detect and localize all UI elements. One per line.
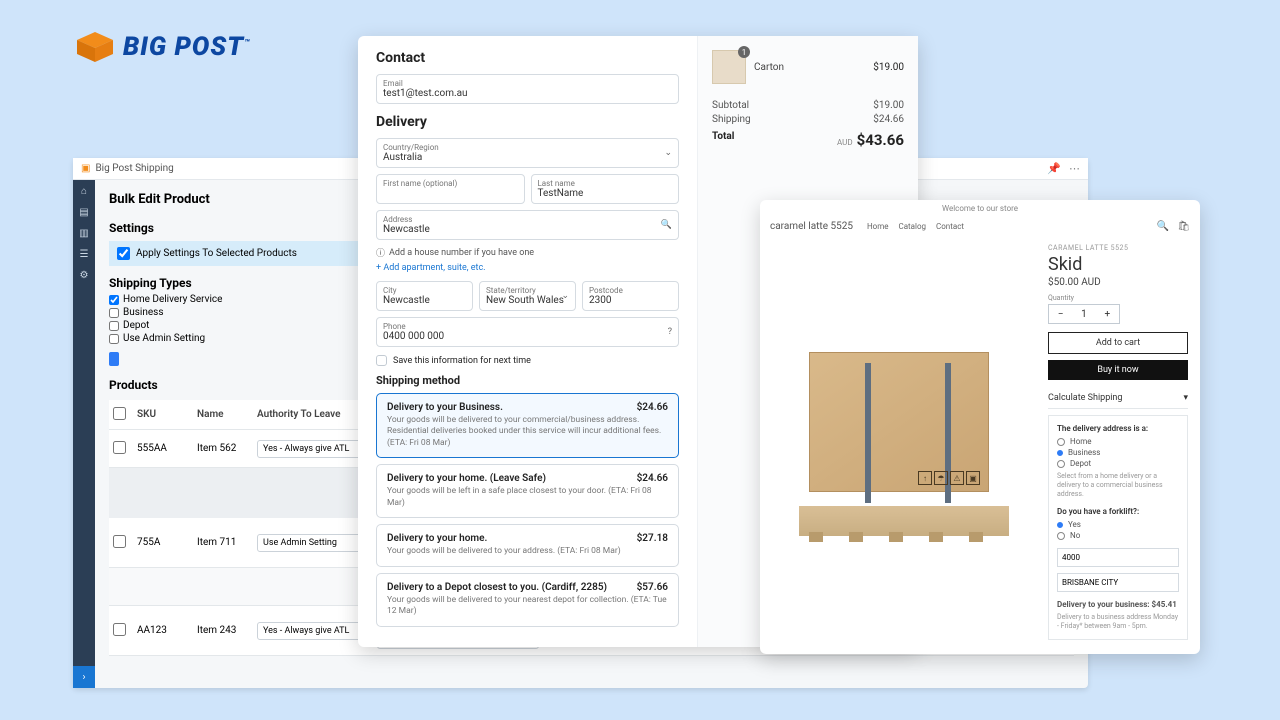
- delivery-heading: Delivery: [376, 114, 679, 130]
- radio-option[interactable]: Business: [1057, 448, 1179, 457]
- store-nav: caramel latte 5525 Home Catalog Contact …: [760, 217, 1200, 236]
- address-hint: ⓘAdd a house number if you have one: [376, 246, 679, 259]
- products-icon[interactable]: ▥: [79, 228, 88, 239]
- product-price: $50.00 AUD: [1048, 277, 1188, 288]
- radio-option[interactable]: Home: [1057, 437, 1179, 446]
- nav-catalog[interactable]: Catalog: [899, 222, 927, 231]
- breadcrumb: CARAMEL LATTE 5525: [1048, 244, 1188, 252]
- cube-icon: ▣: [81, 163, 90, 174]
- calc-shipping-toggle[interactable]: Calculate Shipping▾: [1048, 388, 1188, 409]
- select-all[interactable]: [113, 407, 126, 420]
- radio-option[interactable]: Yes: [1057, 520, 1179, 529]
- shipping-method-option[interactable]: Delivery to your home. Your goods will b…: [376, 524, 679, 566]
- orders-icon[interactable]: ▤: [79, 207, 88, 218]
- nav-home[interactable]: Home: [867, 222, 889, 231]
- chevron-down-icon: ⌄: [664, 148, 672, 158]
- shipping-method-option[interactable]: Delivery to your Business. Your goods wi…: [376, 393, 679, 458]
- row-select[interactable]: [113, 535, 126, 548]
- product-image: ↑☂⚠▣: [772, 244, 1036, 640]
- col-sku[interactable]: SKU: [133, 403, 193, 426]
- col-name[interactable]: Name: [193, 403, 253, 426]
- atl-select[interactable]: Yes - Always give ATL▾: [257, 440, 369, 458]
- address-field[interactable]: Address Newcastle 🔍: [376, 210, 679, 240]
- row-select[interactable]: [113, 441, 126, 454]
- qty-plus[interactable]: +: [1096, 309, 1119, 320]
- cart-item-thumb: [712, 50, 746, 84]
- shipping-method-option[interactable]: Delivery to a Depot closest to you. (Car…: [376, 573, 679, 627]
- side-nav: ⌂ ▤ ▥ ☰ ⚙ ›: [73, 180, 95, 688]
- add-apartment-link[interactable]: + Add apartment, suite, etc.: [376, 263, 679, 273]
- settings-icon[interactable]: ⚙: [80, 270, 89, 281]
- help-icon[interactable]: ?: [668, 327, 672, 337]
- search-icon[interactable]: 🔍: [661, 220, 672, 230]
- quantity-label: Quantity: [1048, 294, 1188, 302]
- archive-icon[interactable]: ☰: [80, 249, 89, 260]
- cart-icon[interactable]: 🛍: [1177, 221, 1190, 232]
- atl-select[interactable]: Yes - Always give ATL▾: [257, 622, 369, 640]
- radio-option[interactable]: Depot: [1057, 459, 1179, 468]
- radio-option[interactable]: No: [1057, 531, 1179, 540]
- city-field[interactable]: City Newcastle: [376, 281, 473, 311]
- buy-now-button[interactable]: Buy it now: [1048, 360, 1188, 380]
- bigpost-logo: BIG POST™: [75, 30, 251, 64]
- contact-heading: Contact: [376, 50, 679, 66]
- box-icon: [75, 30, 115, 64]
- qty-minus[interactable]: −: [1049, 309, 1072, 320]
- country-select[interactable]: Country/Region Australia ⌄: [376, 138, 679, 168]
- more-icon[interactable]: ⋯: [1069, 162, 1080, 175]
- city-input[interactable]: [1057, 573, 1179, 592]
- quantity-stepper[interactable]: − 1 +: [1048, 304, 1120, 324]
- product-title: Skid: [1048, 254, 1188, 275]
- nav-contact[interactable]: Contact: [936, 222, 964, 231]
- state-select[interactable]: State/territory New South Wales ⌄: [479, 281, 576, 311]
- cart-item-name: Carton: [754, 62, 784, 73]
- chevron-down-icon: ▾: [1183, 393, 1188, 403]
- chevron-down-icon: ⌄: [561, 291, 569, 301]
- cart-item-price: $19.00: [873, 62, 904, 73]
- qty-value: 1: [1072, 309, 1095, 320]
- pin-icon[interactable]: 📌: [1047, 162, 1061, 175]
- postcode-input[interactable]: [1057, 548, 1179, 567]
- storefront-card: Welcome to our store caramel latte 5525 …: [760, 200, 1200, 654]
- add-to-cart-button[interactable]: Add to cart: [1048, 332, 1188, 354]
- phone-field[interactable]: Phone 0400 000 000 ?: [376, 317, 679, 347]
- order-total: $43.66: [857, 131, 904, 149]
- shipping-method-heading: Shipping method: [376, 374, 679, 387]
- expand-icon[interactable]: ›: [73, 666, 95, 688]
- search-icon[interactable]: 🔍: [1157, 221, 1169, 232]
- store-brand[interactable]: caramel latte 5525: [770, 221, 853, 232]
- shipping-quote: Delivery to your business: $45.41 Delive…: [1057, 600, 1179, 631]
- row-select[interactable]: [113, 623, 126, 636]
- apply-checkbox[interactable]: [117, 247, 130, 260]
- col-atl[interactable]: Authority To Leave: [253, 403, 373, 426]
- apply-button[interactable]: [109, 352, 119, 366]
- calc-shipping-panel: The delivery address is a: HomeBusinessD…: [1048, 415, 1188, 640]
- app-name: Big Post Shipping: [95, 163, 173, 174]
- apply-label: Apply Settings To Selected Products: [136, 248, 297, 259]
- logo-text: BIG POST: [123, 32, 244, 62]
- atl-select[interactable]: Use Admin Setting▾: [257, 534, 369, 552]
- email-field[interactable]: Email test1@test.com.au: [376, 74, 679, 104]
- first-name-field[interactable]: First name (optional): [376, 174, 525, 204]
- home-icon[interactable]: ⌂: [81, 186, 87, 197]
- postcode-field[interactable]: Postcode 2300: [582, 281, 679, 311]
- save-checkbox[interactable]: [376, 355, 387, 366]
- shipping-method-option[interactable]: Delivery to your home. (Leave Safe) Your…: [376, 464, 679, 518]
- last-name-field[interactable]: Last name TestName: [531, 174, 680, 204]
- save-info-row[interactable]: Save this information for next time: [376, 355, 679, 366]
- announcement-bar: Welcome to our store: [760, 200, 1200, 217]
